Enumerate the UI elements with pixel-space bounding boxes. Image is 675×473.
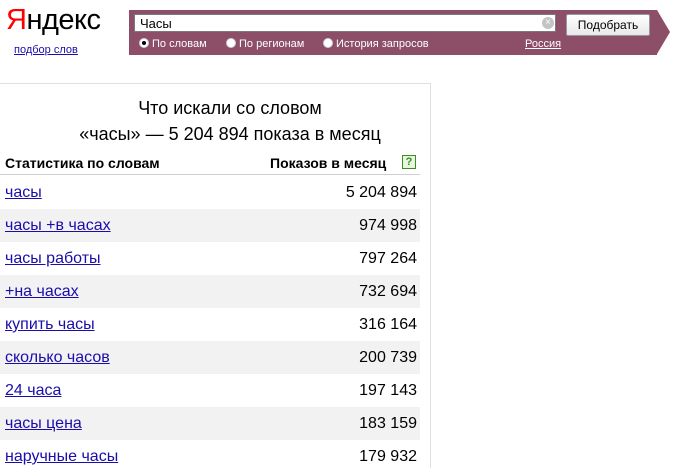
logo-rest: ндекс: [26, 4, 101, 36]
mode-by-words-label: По словам: [152, 38, 207, 50]
keyword-link[interactable]: купить часы: [5, 315, 95, 334]
radio-checked-icon[interactable]: [139, 38, 149, 48]
impressions-count: 797 264: [359, 250, 417, 267]
keyword-link[interactable]: часы цена: [5, 414, 82, 433]
region-link[interactable]: Россия: [525, 38, 561, 51]
table-row: часы цена 183 159: [0, 407, 420, 440]
heading-line-2: «часы» — 5 204 894 показа в месяц: [79, 124, 381, 144]
mode-by-regions[interactable]: По регионам: [226, 38, 304, 51]
table-row: 24 часа 197 143: [0, 374, 420, 407]
yandex-logo[interactable]: Яндекс: [6, 3, 101, 37]
clear-icon[interactable]: ×: [542, 17, 554, 29]
impressions-count: 732 694: [359, 283, 417, 300]
radio-icon[interactable]: [226, 38, 236, 48]
impressions-count: 183 159: [359, 415, 417, 432]
results-heading: Что искали со словом «часы» — 5 204 894 …: [0, 95, 460, 147]
table-row: наручные часы 179 932: [0, 440, 420, 473]
keyword-link[interactable]: сколько часов: [5, 348, 110, 367]
search-input[interactable]: [134, 14, 556, 32]
mode-by-regions-label: По регионам: [239, 38, 305, 50]
radio-icon[interactable]: [323, 38, 333, 48]
table-row: часы +в часах 974 998: [0, 209, 420, 242]
logo-first-letter: Я: [6, 4, 27, 36]
impressions-count: 197 143: [359, 382, 417, 399]
impressions-count: 200 739: [359, 349, 417, 366]
column-header-phrase: Статистика по словам: [5, 155, 160, 171]
mode-history[interactable]: История запросов: [323, 38, 429, 51]
table-row: купить часы 316 164: [0, 308, 420, 341]
keyword-link[interactable]: +на часах: [5, 282, 79, 301]
table-row: часы работы 797 264: [0, 242, 420, 275]
search-bar-arrow: [657, 10, 670, 54]
heading-line-1: Что искали со словом: [138, 98, 322, 118]
results-table: часы 5 204 894 часы +в часах 974 998 часы …: [0, 176, 420, 473]
keyword-link[interactable]: 24 часа: [5, 381, 61, 400]
header-divider: [0, 174, 420, 175]
impressions-count: 316 164: [359, 316, 417, 333]
impressions-count: 5 204 894: [345, 184, 417, 201]
submit-button[interactable]: Подобрать: [566, 14, 650, 36]
table-row: сколько часов 200 739: [0, 341, 420, 374]
help-icon[interactable]: ?: [402, 155, 416, 169]
impressions-count: 974 998: [359, 217, 417, 234]
keyword-link[interactable]: часы: [5, 183, 42, 202]
mode-history-label: История запросов: [336, 38, 429, 50]
keyword-link[interactable]: наручные часы: [5, 447, 118, 466]
keyword-link[interactable]: часы +в часах: [5, 216, 111, 235]
table-row: часы 5 204 894: [0, 176, 420, 209]
mode-by-words[interactable]: По словам: [139, 38, 207, 51]
column-header-count: Показов в месяц: [270, 155, 387, 171]
wordstat-link[interactable]: подбор слов: [14, 44, 78, 56]
keyword-link[interactable]: часы работы: [5, 249, 101, 268]
table-row: +на часах 732 694: [0, 275, 420, 308]
impressions-count: 179 932: [359, 448, 417, 465]
